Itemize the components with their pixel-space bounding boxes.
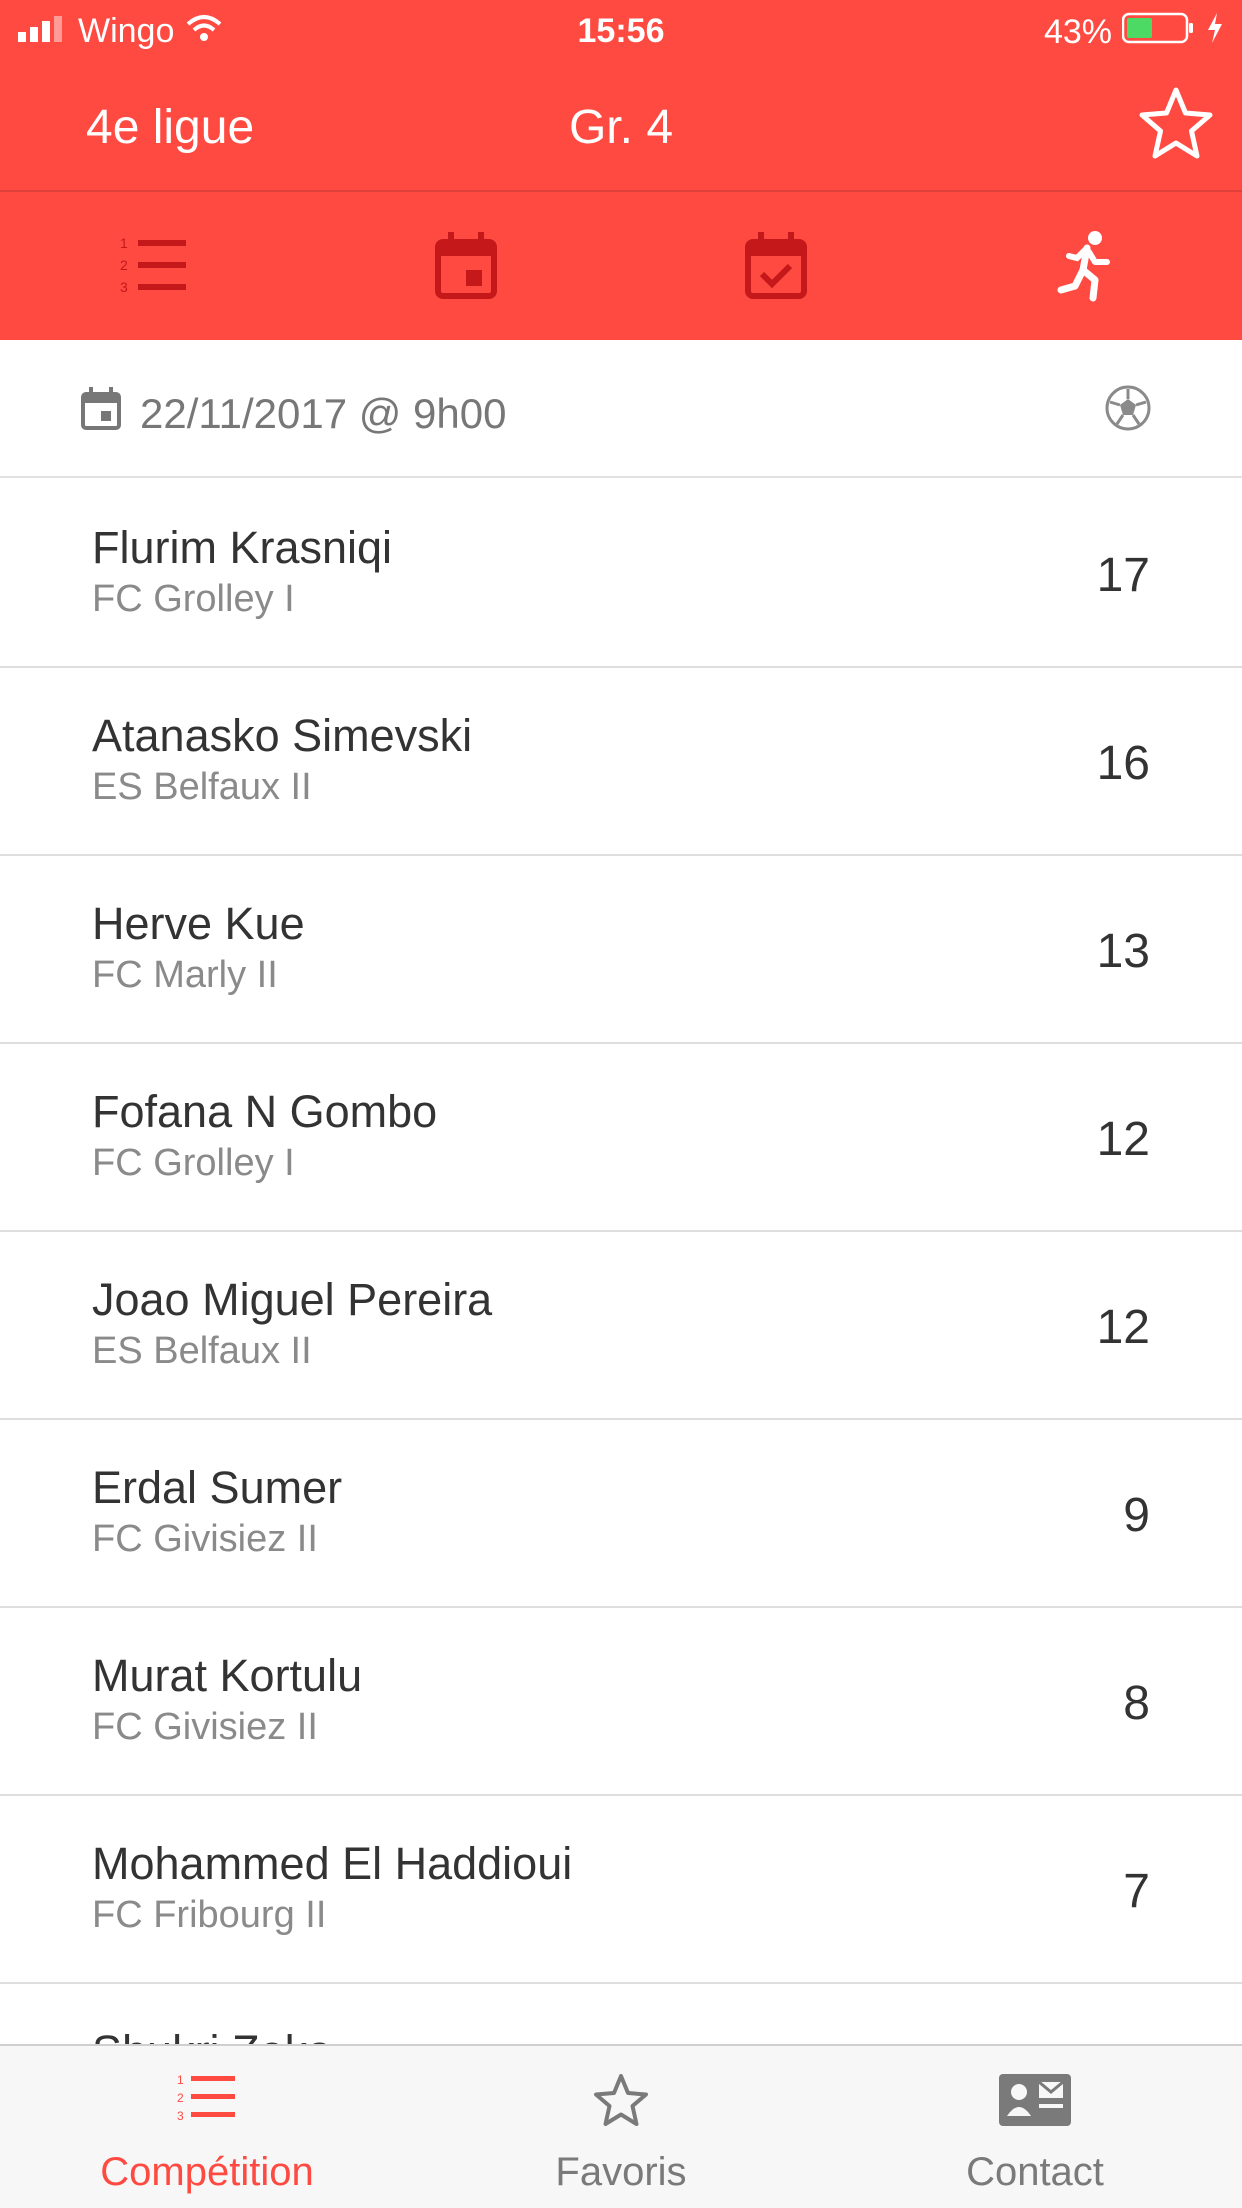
scorer-goals: 12 [1096, 1113, 1150, 1166]
scorer-goals: 17 [1096, 549, 1150, 602]
svg-text:1: 1 [120, 235, 128, 251]
svg-text:3: 3 [120, 279, 128, 295]
runner-icon [1057, 231, 1110, 302]
scorer-goals: 16 [1096, 737, 1150, 790]
calendar-icon [434, 232, 497, 299]
battery-icon [1121, 12, 1196, 53]
scorer-row[interactable]: Shukri Zeka [0, 1984, 1242, 2045]
tab-favorites[interactable]: Favoris [414, 2046, 828, 2208]
status-bar: Wingo 15:56 43% [0, 0, 1242, 62]
scorer-team: FC Givisiez II [92, 1518, 318, 1560]
charging-bolt-icon [1206, 12, 1224, 53]
scorer-team: ES Belfaux II [92, 766, 312, 808]
scorer-name: Fofana N Gombo [92, 1086, 438, 1137]
scorer-name: Flurim Krasniqi [92, 522, 393, 573]
scorer-row[interactable]: Mohammed El Haddioui FC Fribourg II 7 [0, 1796, 1242, 1984]
match-date-row: 22/11/2017 @ 9h00 [0, 340, 1242, 478]
scorer-goals: 9 [1123, 1489, 1150, 1542]
tab-favorites-label: Favoris [555, 2150, 687, 2194]
tab-calendar[interactable] [311, 192, 622, 340]
match-date: 22/11/2017 @ 9h00 [140, 390, 507, 437]
scorer-team: FC Marly II [92, 954, 278, 996]
tab-ranking[interactable]: 1 2 3 [0, 192, 311, 340]
scorer-row[interactable]: Erdal Sumer FC Givisiez II 9 [0, 1420, 1242, 1608]
scorer-goals: 13 [1096, 925, 1150, 978]
tab-competition[interactable]: 1 2 3 Compétition [0, 2046, 414, 2208]
scorer-name: Mohammed El Haddioui [92, 1838, 573, 1889]
competition-list-icon: 1 2 3 [177, 2073, 235, 2123]
scorer-goals: 12 [1096, 1301, 1150, 1354]
ranking-list-icon: 1 2 3 [120, 235, 187, 295]
scorer-row[interactable]: Flurim Krasniqi FC Grolley I 17 [0, 480, 1242, 668]
scorer-row[interactable]: Fofana N Gombo FC Grolley I 12 [0, 1044, 1242, 1232]
scorer-team: FC Givisiez II [92, 1706, 318, 1748]
tab-competition-label: Compétition [100, 2150, 314, 2194]
battery-percent: 43% [1043, 13, 1112, 51]
scorers-list: Flurim Krasniqi FC Grolley I 17 Atanasko Si… [0, 480, 1242, 2045]
scorer-name: Joao Miguel Pereira [92, 1274, 493, 1325]
tab-bar: 1 2 3 Compétition Favoris Contact [0, 2044, 1242, 2208]
scorer-row[interactable]: Murat Kortulu FC Givisiez II 8 [0, 1608, 1242, 1796]
calendar-small-icon [81, 387, 121, 430]
scorer-team: FC Grolley I [92, 1142, 295, 1184]
scorer-row[interactable]: Herve Kue FC Marly II 13 [0, 856, 1242, 1044]
scorer-team: FC Fribourg II [92, 1894, 327, 1936]
svg-text:3: 3 [177, 2109, 184, 2123]
scorer-name: Murat Kortulu [92, 1650, 363, 1701]
scorer-name: Herve Kue [92, 898, 305, 949]
contact-card-icon [999, 2074, 1071, 2126]
star-icon [1139, 87, 1213, 159]
scorer-name: Erdal Sumer [92, 1462, 343, 1513]
tab-contact[interactable]: Contact [828, 2046, 1242, 2208]
svg-text:2: 2 [177, 2091, 184, 2105]
scorer-team: FC Grolley I [92, 578, 295, 620]
tab-scorers[interactable] [932, 192, 1242, 340]
scorer-row[interactable]: Joao Miguel Pereira ES Belfaux II 12 [0, 1232, 1242, 1420]
tab-contact-label: Contact [966, 2150, 1104, 2194]
scorer-name: Shukri Zeka [92, 2026, 332, 2045]
scorer-row[interactable]: Atanasko Simevski ES Belfaux II 16 [0, 668, 1242, 856]
section-toolbar: 1 2 3 [0, 192, 1242, 340]
svg-text:1: 1 [177, 2073, 184, 2087]
scorer-goals: 8 [1123, 1677, 1150, 1730]
soccer-ball-icon[interactable] [1104, 384, 1152, 432]
page-title: Gr. 4 [568, 101, 674, 154]
scorer-team: ES Belfaux II [92, 1330, 312, 1372]
scorer-goals: 7 [1123, 1865, 1150, 1918]
scorer-name: Atanasko Simevski [92, 710, 473, 761]
status-right: 43% [1044, 12, 1224, 53]
calendar-check-icon [745, 232, 808, 299]
star-outline-icon [594, 2074, 648, 2126]
svg-text:2: 2 [120, 257, 128, 273]
navigation-bar: 4e ligue Gr. 4 [0, 62, 1242, 192]
tab-results[interactable] [621, 192, 932, 340]
favorite-star-button[interactable] [1134, 82, 1218, 166]
